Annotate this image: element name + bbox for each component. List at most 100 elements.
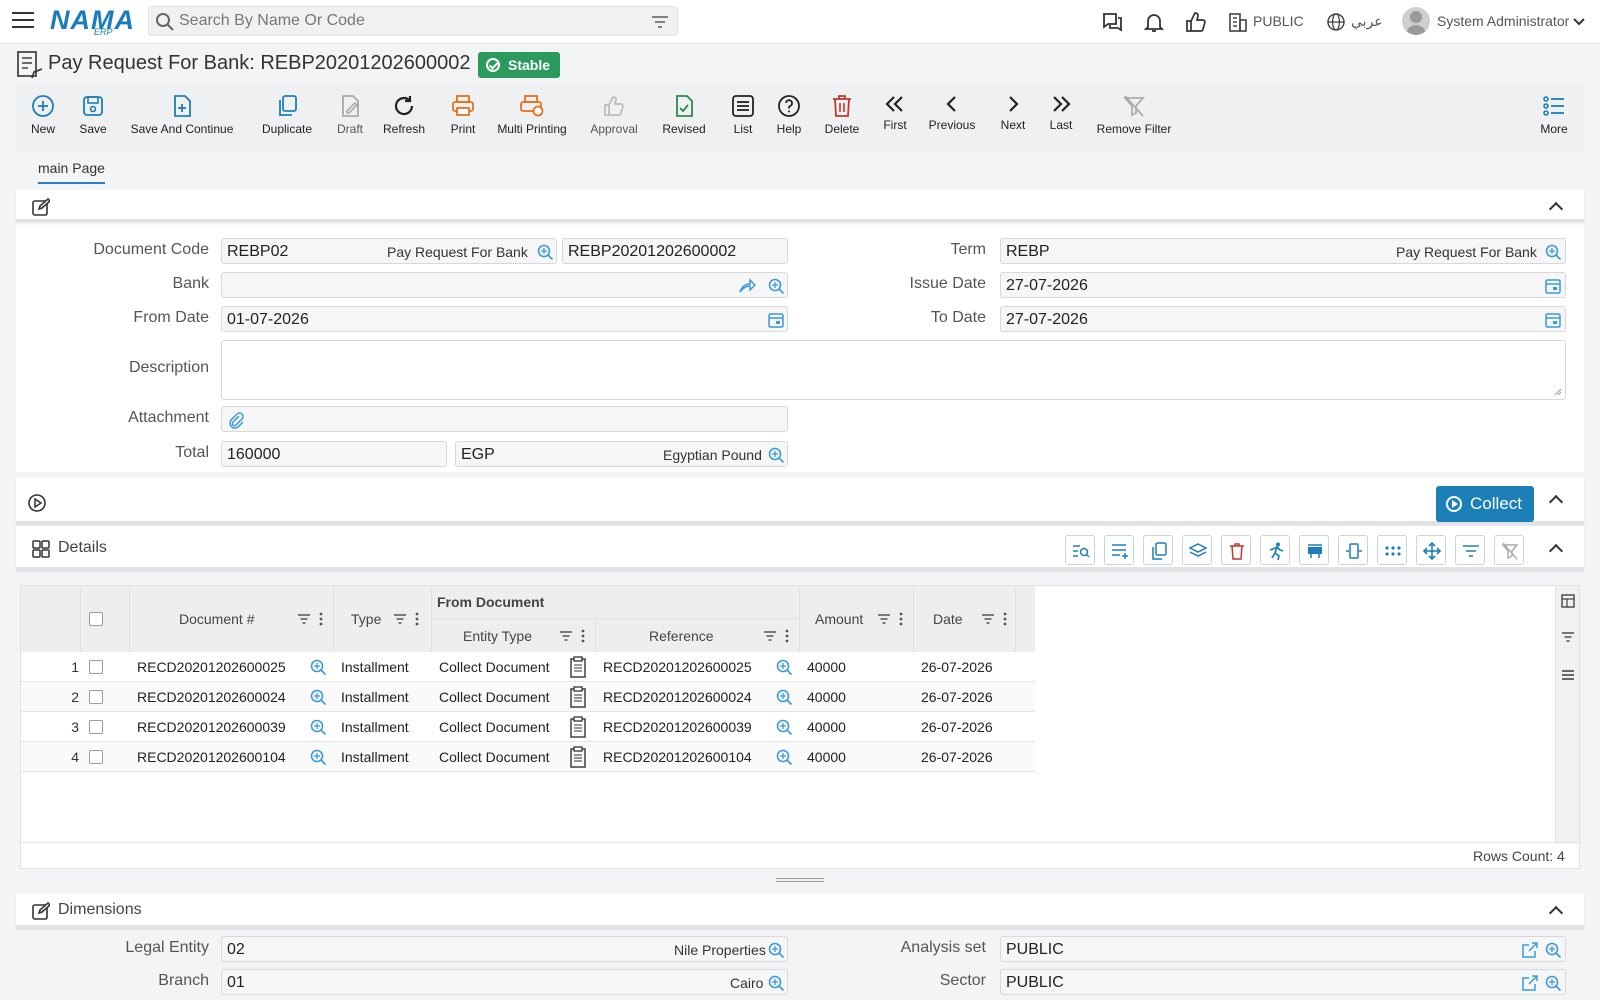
col-entity-type[interactable]: Entity Type [463,628,532,644]
analysis-set-field[interactable]: PUBLIC [1000,936,1566,962]
print-button[interactable]: Print [446,92,480,148]
grid-fit-button[interactable] [1338,535,1368,565]
collapse-details-icon[interactable] [1550,542,1562,554]
panel-resize-handle[interactable] [776,877,824,883]
last-button[interactable]: Last [1046,92,1076,148]
chevron-down-icon[interactable] [1572,15,1586,29]
row-checkbox[interactable] [89,660,103,674]
description-textarea[interactable] [221,340,1566,400]
document-code-field[interactable]: REBP02 Pay Request For Bank [221,238,557,264]
table-row[interactable]: 1 RECD20201202600025 Installment Collect… [21,652,1035,682]
issue-date-field[interactable]: 27-07-2026 [1000,272,1566,298]
thumbs-up-icon[interactable] [1184,10,1208,34]
branch-field[interactable]: 01 Cairo [221,969,788,995]
new-button[interactable]: New [26,92,60,148]
column-filter-menu-icon[interactable] [297,612,327,626]
grid-copy-button[interactable] [1143,535,1173,565]
from-date-field[interactable]: 01-07-2026 [221,306,788,332]
lookup-icon[interactable] [775,718,793,736]
grid-merge-button[interactable] [1299,535,1329,565]
collapse-form-icon[interactable] [1550,200,1562,212]
column-filter-menu-icon[interactable] [877,612,907,626]
more-button[interactable]: More [1536,92,1572,148]
lookup-icon[interactable] [309,748,327,766]
lookup-icon[interactable] [1544,974,1562,992]
lookup-icon[interactable] [767,277,785,295]
tab-main-page[interactable]: main Page [38,160,105,184]
grid-dots-button[interactable] [1377,535,1407,565]
grid-add-rows-button[interactable] [1104,535,1134,565]
column-filter-menu-icon[interactable] [559,629,589,643]
first-button[interactable]: First [880,92,910,148]
document-icon[interactable] [569,746,587,768]
help-button[interactable]: Help [772,92,806,148]
col-document-no[interactable]: Document # [179,611,254,627]
calendar-icon[interactable] [1544,311,1562,329]
lookup-icon[interactable] [775,748,793,766]
refresh-button[interactable]: Refresh [380,92,428,148]
external-link-icon[interactable] [1521,941,1539,959]
search-input[interactable] [179,11,629,31]
row-checkbox[interactable] [89,750,103,764]
resize-handle-icon[interactable] [1554,388,1562,396]
previous-button[interactable]: Previous [928,92,976,148]
grid-run-button[interactable] [1260,535,1290,565]
user-name[interactable]: System Administrator [1437,13,1569,29]
lookup-icon[interactable] [775,688,793,706]
menu-icon[interactable] [12,12,34,30]
row-checkbox[interactable] [89,690,103,704]
save-and-continue-button[interactable]: Save And Continue [130,92,234,148]
col-reference[interactable]: Reference [649,628,714,644]
lookup-icon[interactable] [309,718,327,736]
list-button[interactable]: List [726,92,760,148]
collect-button[interactable]: Collect [1436,486,1534,522]
sector-field[interactable]: PUBLIC [1000,969,1566,995]
lookup-icon[interactable] [536,243,554,261]
table-row[interactable]: 4 RECD20201202600104 Installment Collect… [21,742,1035,772]
filter-icon[interactable] [1561,630,1575,644]
share-icon[interactable] [738,277,756,295]
legal-entity-field[interactable]: 02 Nile Properties [221,936,788,962]
collapse-dimensions-icon[interactable] [1550,904,1562,916]
paperclip-icon[interactable] [227,411,245,429]
lookup-icon[interactable] [775,658,793,676]
lookup-icon[interactable] [1544,243,1562,261]
bank-field[interactable] [221,272,788,298]
column-filter-menu-icon[interactable] [981,612,1011,626]
collapse-actions-icon[interactable] [1550,493,1562,505]
col-amount[interactable]: Amount [815,611,863,627]
calendar-icon[interactable] [1544,277,1562,295]
document-number-field[interactable]: REBP20201202600002 [562,238,788,264]
duplicate-button[interactable]: Duplicate [256,92,318,148]
delete-button[interactable]: Delete [822,92,862,148]
lookup-icon[interactable] [1544,941,1562,959]
save-button[interactable]: Save [76,92,110,148]
select-all-checkbox[interactable] [89,612,103,626]
nama-logo[interactable]: NAMA ERP [50,5,134,37]
row-checkbox[interactable] [89,720,103,734]
grid-layers-button[interactable] [1182,535,1212,565]
language-switch[interactable]: عربي [1351,13,1383,30]
external-link-icon[interactable] [1521,974,1539,992]
grid-search-button[interactable] [1065,535,1095,565]
next-button[interactable]: Next [998,92,1028,148]
remove-filter-button[interactable]: Remove Filter [1094,92,1174,148]
calendar-icon[interactable] [767,311,785,329]
bell-icon[interactable] [1142,10,1166,34]
lookup-icon[interactable] [767,974,785,992]
col-date[interactable]: Date [933,611,963,627]
grid-move-button[interactable] [1416,535,1446,565]
column-filter-menu-icon[interactable] [763,629,793,643]
grid-filter-button[interactable] [1455,535,1485,565]
lookup-icon[interactable] [309,688,327,706]
term-field[interactable]: REBP Pay Request For Bank [1000,238,1566,264]
table-row[interactable]: 3 RECD20201202600039 Installment Collect… [21,712,1035,742]
draft-button[interactable]: Draft [330,92,370,148]
table-row[interactable]: 2 RECD20201202600024 Installment Collect… [21,682,1035,712]
revised-button[interactable]: Revised [660,92,708,148]
filter-icon[interactable] [651,14,669,30]
col-type[interactable]: Type [351,611,381,627]
menu-icon[interactable] [1561,668,1575,682]
to-date-field[interactable]: 27-07-2026 [1000,306,1566,332]
lookup-icon[interactable] [767,446,785,464]
